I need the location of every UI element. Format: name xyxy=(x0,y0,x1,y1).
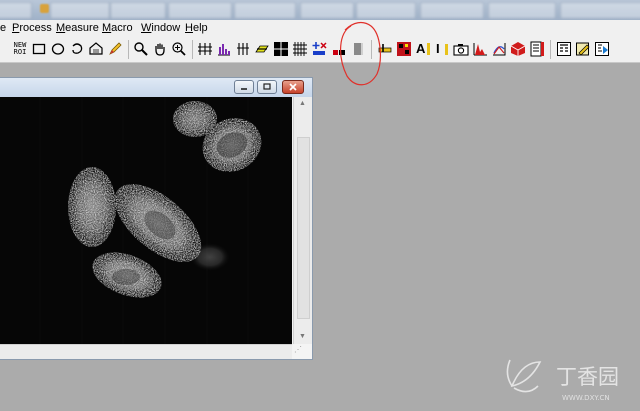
close-button[interactable] xyxy=(282,80,304,94)
toolbar: NEW ROI A I xyxy=(0,37,640,63)
stack-icon xyxy=(530,41,544,57)
close-icon xyxy=(289,83,297,91)
magnifier-tool-button[interactable] xyxy=(132,40,150,58)
scroll-down-icon[interactable]: ▼ xyxy=(299,333,306,340)
text-tool-label: A xyxy=(416,41,426,56)
line-profile-button[interactable] xyxy=(196,40,214,58)
camera-button[interactable] xyxy=(452,40,470,58)
polygon-tool-button[interactable] xyxy=(87,40,105,58)
i-beam-label: I xyxy=(436,41,440,56)
oval-tool-button[interactable] xyxy=(49,40,67,58)
scale-bar-icon xyxy=(255,45,269,53)
taskbar-tab[interactable] xyxy=(420,2,484,19)
rectangle-tool-button[interactable] xyxy=(30,40,48,58)
minimize-button[interactable] xyxy=(234,80,254,94)
grid-overlay-button[interactable] xyxy=(291,40,309,58)
new-roi-label-2: ROI xyxy=(13,48,27,56)
3d-cube-button[interactable] xyxy=(509,40,527,58)
horizontal-scrollbar[interactable] xyxy=(0,344,292,359)
pencil-tool-button[interactable] xyxy=(106,40,124,58)
macro-run-icon xyxy=(595,42,609,56)
macro-edit-button[interactable] xyxy=(574,40,592,58)
color-picker-icon xyxy=(397,42,411,56)
watermark-subtext: WWW.DXY.CN xyxy=(562,394,610,402)
taskbar-app-icon xyxy=(40,4,49,13)
taskbar-tab[interactable] xyxy=(300,2,354,19)
menu-macro[interactable]: Macro xyxy=(102,22,133,34)
freehand-tool-button[interactable] xyxy=(68,40,86,58)
image-window-titlebar[interactable] xyxy=(0,78,312,97)
menu-edit[interactable]: e xyxy=(0,22,6,34)
color-picker-button[interactable] xyxy=(395,40,413,58)
i-beam-button[interactable]: I xyxy=(433,40,451,58)
surface-plot-button[interactable] xyxy=(490,40,508,58)
surface-plot-icon xyxy=(493,43,506,56)
calculator-button[interactable] xyxy=(555,40,573,58)
toolbar-separator xyxy=(550,40,551,59)
zoom-icon xyxy=(172,42,186,56)
taskbar-tab[interactable] xyxy=(356,2,416,19)
line-profile-icon xyxy=(198,43,212,55)
menu-help[interactable]: Help xyxy=(185,22,208,34)
rectangle-icon xyxy=(32,43,46,55)
hand-tool-button[interactable] xyxy=(151,40,169,58)
minimize-icon xyxy=(241,88,247,90)
magnifier-icon xyxy=(134,42,148,56)
grid-overlay-icon xyxy=(293,42,307,56)
microscopy-image[interactable] xyxy=(0,97,292,344)
peak-histogram-icon xyxy=(473,43,487,56)
scroll-up-icon[interactable]: ▲ xyxy=(299,100,306,107)
watermark-text: 丁香园 xyxy=(556,365,619,389)
scale-bar-button[interactable] xyxy=(253,40,271,58)
toolbar-separator xyxy=(192,40,193,59)
taskbar-tab[interactable] xyxy=(560,2,640,19)
add-mark-button[interactable] xyxy=(310,40,328,58)
macro-run-button[interactable] xyxy=(593,40,611,58)
taskbar-tab[interactable] xyxy=(110,2,166,19)
taskbar-tab[interactable] xyxy=(488,2,556,19)
histogram-icon xyxy=(218,44,230,56)
zoom-tool-button[interactable] xyxy=(170,40,188,58)
cube-icon xyxy=(510,42,526,56)
taskbar-tab[interactable] xyxy=(50,2,110,19)
oval-icon xyxy=(51,43,65,55)
taskbar-tab[interactable] xyxy=(234,2,296,19)
stack-button[interactable] xyxy=(528,40,546,58)
camera-icon xyxy=(453,44,469,56)
image-window: ▲ ▼ ⋰ xyxy=(0,77,313,360)
hand-icon xyxy=(155,43,165,56)
add-mark-icon xyxy=(312,42,327,55)
new-roi-button[interactable]: NEW ROI xyxy=(10,40,30,58)
dxy-logo-icon xyxy=(506,359,542,393)
peak-histogram-button[interactable] xyxy=(471,40,489,58)
calculator-icon xyxy=(557,42,571,56)
menu-bar: e Process Measure Macro Window Help xyxy=(0,20,640,38)
taskbar xyxy=(0,0,640,20)
maximize-icon xyxy=(263,83,271,90)
macro-edit-icon xyxy=(576,42,590,56)
freehand-icon xyxy=(72,43,83,54)
dxy-watermark: 丁香园 WWW.DXY.CN xyxy=(506,359,619,402)
menu-process[interactable]: Process xyxy=(12,22,52,34)
histogram-button[interactable] xyxy=(215,40,233,58)
grid-black-button[interactable] xyxy=(272,40,290,58)
text-tool-button[interactable]: A xyxy=(414,40,432,58)
menu-window[interactable]: Window xyxy=(141,22,180,34)
polygon-icon xyxy=(89,42,103,55)
taskbar-tab[interactable] xyxy=(0,2,32,19)
scroll-thumb[interactable] xyxy=(297,137,310,319)
toolbar-separator xyxy=(128,40,129,59)
menu-measure[interactable]: Measure xyxy=(56,22,99,34)
column-profile-icon xyxy=(237,43,249,55)
column-profile-button[interactable] xyxy=(234,40,252,58)
fluorescence-cells-image xyxy=(0,97,292,344)
grid-black-icon xyxy=(274,42,288,56)
pencil-icon xyxy=(109,42,122,55)
maximize-button[interactable] xyxy=(257,80,277,94)
taskbar-tab[interactable] xyxy=(168,2,232,19)
red-annotation-circle xyxy=(340,21,381,86)
resize-grip-icon[interactable]: ⋰ xyxy=(294,345,302,354)
vertical-scrollbar[interactable]: ▲ ▼ xyxy=(293,97,312,344)
